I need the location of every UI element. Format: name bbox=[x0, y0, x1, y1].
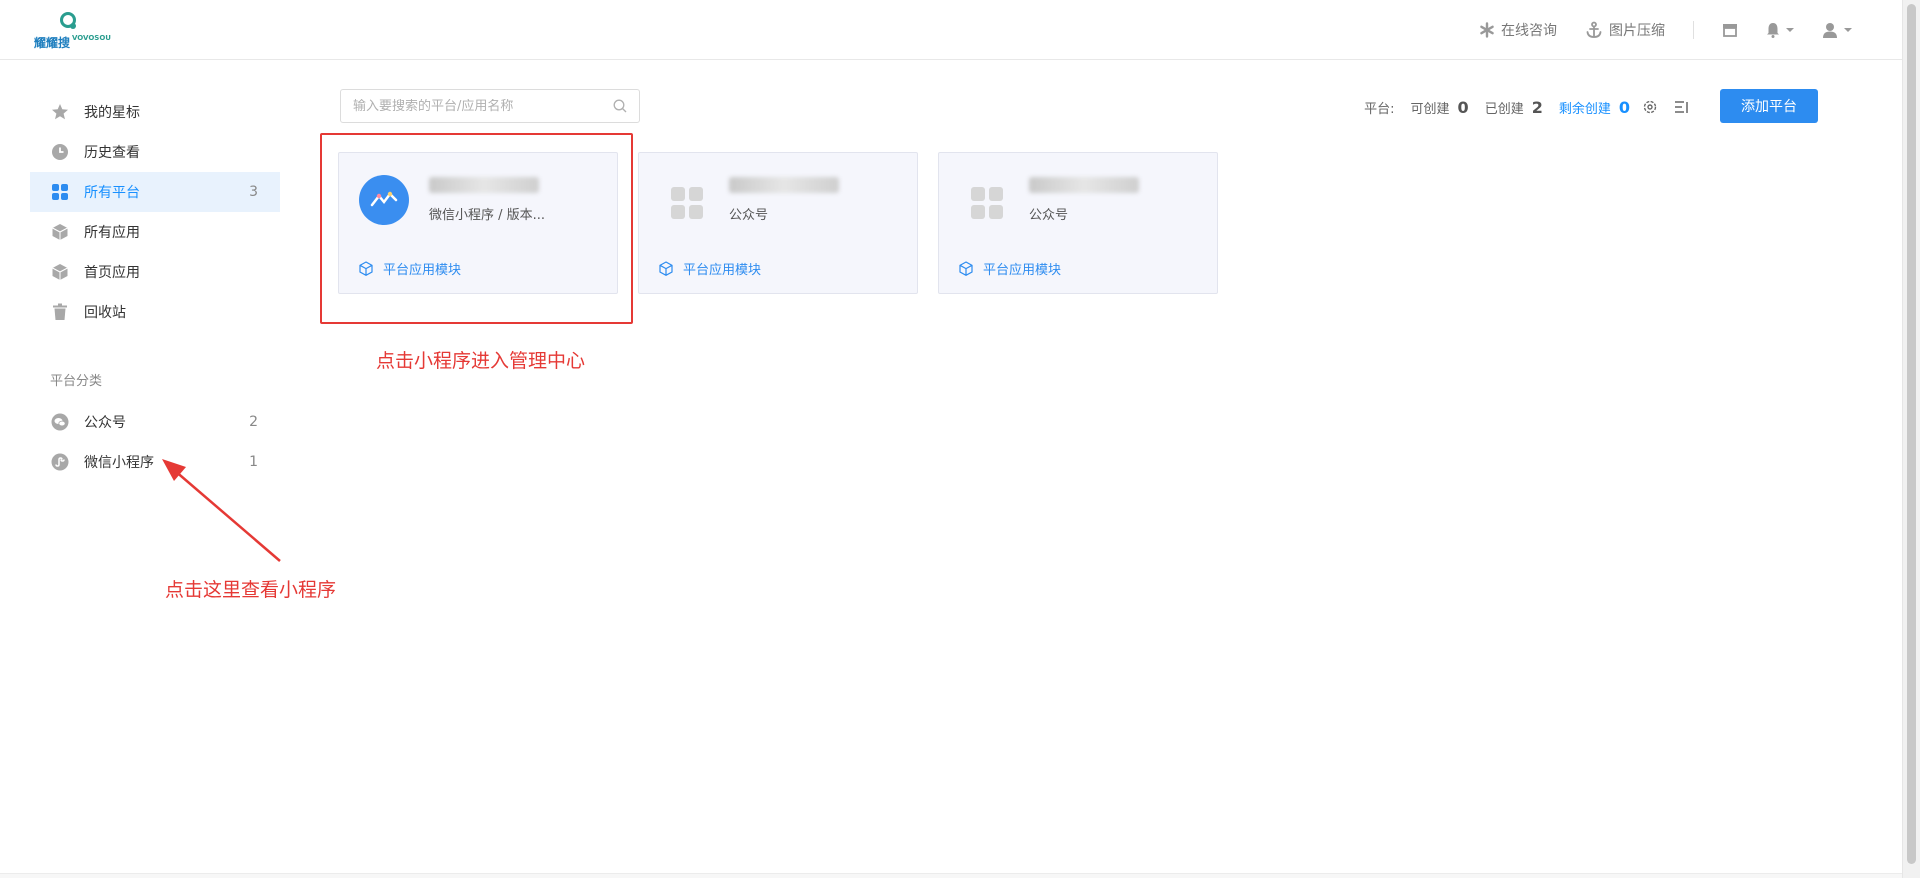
card-subtitle: 公众号 bbox=[729, 208, 769, 223]
image-compress-link[interactable]: 图片压缩 bbox=[1585, 20, 1665, 40]
settings-icon[interactable] bbox=[1642, 99, 1658, 115]
toolbar-icons bbox=[1626, 99, 1690, 115]
clock-icon bbox=[50, 142, 70, 162]
sidebar-item-official-account[interactable]: 公众号 2 bbox=[30, 402, 280, 442]
grid-avatar-icon bbox=[659, 175, 709, 225]
top-nav: 在线咨询 图片压缩 bbox=[1451, 18, 1852, 42]
card-name-blurred bbox=[729, 177, 839, 193]
card-module-label: 平台应用模块 bbox=[683, 263, 762, 278]
sort-icon[interactable] bbox=[1674, 100, 1690, 114]
sidebar-item-label: 微信小程序 bbox=[84, 455, 154, 471]
store-icon bbox=[1723, 24, 1737, 37]
sidebar-item-count: 2 bbox=[249, 414, 258, 430]
logo[interactable]: 耀耀搜 VOVOSOU bbox=[34, 12, 111, 50]
scrollbar-thumb[interactable] bbox=[1907, 4, 1916, 864]
annotation-arrow-icon bbox=[162, 459, 281, 562]
sidebar: 我的星标 历史查看 所有平台 3 所有应用 首页应用 回收站 平台分类 公众号 … bbox=[30, 92, 280, 482]
cube-outline-icon bbox=[959, 261, 973, 276]
add-platform-button[interactable]: 添加平台 bbox=[1720, 89, 1818, 123]
card-module-label: 平台应用模块 bbox=[983, 263, 1062, 278]
platform-card[interactable]: 公众号 平台应用模块 bbox=[638, 152, 918, 294]
sidebar-item-label: 我的星标 bbox=[84, 105, 140, 121]
cube-icon bbox=[50, 262, 70, 282]
sidebar-item-starred[interactable]: 我的星标 bbox=[30, 92, 280, 132]
user-icon bbox=[1823, 23, 1837, 38]
created-count: 2 bbox=[1531, 97, 1543, 117]
platform-label: 平台: bbox=[1364, 101, 1395, 117]
logo-text: 耀耀搜 bbox=[34, 36, 71, 50]
can-create-label: 可创建 bbox=[1410, 101, 1450, 117]
search-box bbox=[340, 89, 640, 123]
card-module-link[interactable]: 平台应用模块 bbox=[659, 259, 761, 278]
cube-icon bbox=[50, 222, 70, 242]
image-compress-label: 图片压缩 bbox=[1609, 23, 1665, 39]
annotation-card-hint: 点击小程序进入管理中心 bbox=[376, 350, 586, 372]
star-icon bbox=[50, 102, 70, 122]
sidebar-item-count: 3 bbox=[249, 184, 258, 200]
top-bar: 耀耀搜 VOVOSOU 在线咨询 图片压缩 bbox=[0, 0, 1902, 60]
can-create-count: 0 bbox=[1457, 97, 1469, 117]
sidebar-item-history[interactable]: 历史查看 bbox=[30, 132, 280, 172]
annotation-highlight-box bbox=[320, 133, 633, 324]
search-icon[interactable] bbox=[613, 99, 627, 113]
online-consult-label: 在线咨询 bbox=[1501, 23, 1557, 39]
platform-stats: 平台: 可创建 0 已创建 2 剩余创建 0 bbox=[1364, 96, 1630, 118]
sidebar-item-label: 历史查看 bbox=[84, 145, 140, 161]
sidebar-item-all-platforms[interactable]: 所有平台 3 bbox=[30, 172, 280, 212]
nav-divider bbox=[1693, 21, 1694, 39]
sidebar-item-all-apps[interactable]: 所有应用 bbox=[30, 212, 280, 252]
user-menu-button[interactable] bbox=[1822, 22, 1852, 38]
grid-icon bbox=[50, 182, 70, 202]
bell-icon bbox=[1767, 23, 1779, 38]
sidebar-item-home-apps[interactable]: 首页应用 bbox=[30, 252, 280, 292]
card-module-link[interactable]: 平台应用模块 bbox=[959, 259, 1061, 278]
notifications-button[interactable] bbox=[1766, 22, 1794, 38]
sidebar-item-trash[interactable]: 回收站 bbox=[30, 292, 280, 332]
miniprogram-icon bbox=[50, 452, 70, 472]
platform-card[interactable]: 公众号 平台应用模块 bbox=[938, 152, 1218, 294]
card-subtitle: 公众号 bbox=[1029, 208, 1069, 223]
chevron-down-icon bbox=[1844, 28, 1852, 32]
wechat-icon bbox=[50, 412, 70, 432]
search-input[interactable] bbox=[353, 98, 613, 114]
cube-outline-icon bbox=[659, 261, 673, 276]
online-consult-link[interactable]: 在线咨询 bbox=[1479, 20, 1557, 40]
logo-subtext: VOVOSOU bbox=[72, 34, 111, 42]
sidebar-item-label: 公众号 bbox=[84, 415, 126, 431]
sidebar-item-label: 所有应用 bbox=[84, 225, 140, 241]
sidebar-item-label: 回收站 bbox=[84, 305, 126, 321]
page-bottom-edge bbox=[0, 873, 1902, 878]
trash-icon bbox=[50, 302, 70, 322]
annotation-sidebar-hint: 点击这里查看小程序 bbox=[165, 579, 337, 601]
grid-avatar-icon bbox=[959, 175, 1009, 225]
sidebar-item-label: 所有平台 bbox=[84, 185, 140, 201]
anchor-icon bbox=[1586, 21, 1602, 38]
platform-category-heading: 平台分类 bbox=[50, 374, 103, 389]
remaining-create-link[interactable]: 剩余创建 bbox=[1559, 98, 1611, 117]
scrollbar[interactable] bbox=[1902, 0, 1920, 878]
asterisk-icon bbox=[1480, 22, 1494, 38]
store-button[interactable] bbox=[1722, 23, 1738, 37]
chevron-down-icon bbox=[1786, 28, 1794, 32]
created-label: 已创建 bbox=[1484, 101, 1524, 117]
logo-mark-icon bbox=[60, 12, 76, 29]
sidebar-item-label: 首页应用 bbox=[84, 265, 140, 281]
card-name-blurred bbox=[1029, 177, 1139, 193]
